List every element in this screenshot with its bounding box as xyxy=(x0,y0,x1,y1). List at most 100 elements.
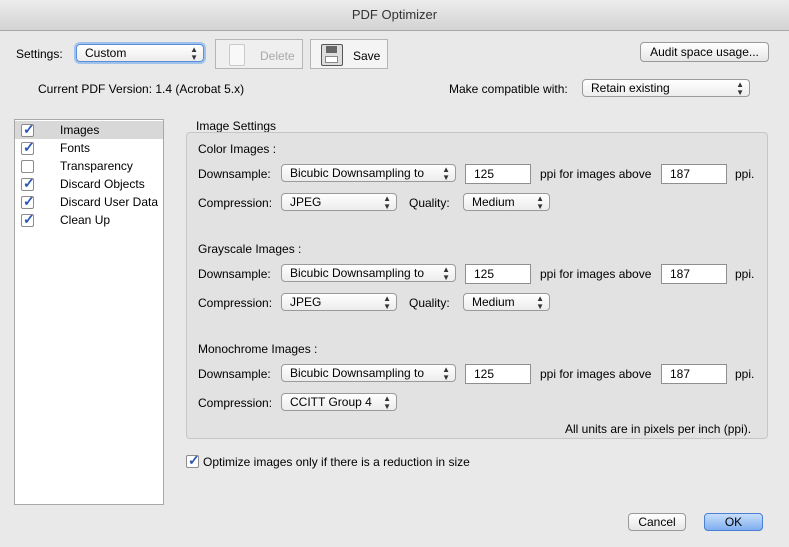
grayscale-compression-value: JPEG xyxy=(290,295,322,309)
monochrome-compression-popup[interactable]: CCITT Group 4 ▲ ▼ xyxy=(281,393,397,411)
images-checkbox[interactable]: ✓ xyxy=(21,121,35,137)
popup-arrows-icon: ▲ ▼ xyxy=(442,265,450,282)
monochrome-downsample-value: Bicubic Downsampling to xyxy=(290,366,425,380)
grayscale-ppi-unit: ppi. xyxy=(735,267,755,281)
popup-arrows-icon: ▲ ▼ xyxy=(736,80,744,97)
color-ppi-above-label: ppi for images above xyxy=(540,167,652,181)
sidebar-item-fonts[interactable]: ✓ Fonts xyxy=(15,139,163,157)
grayscale-images-header: Grayscale Images : xyxy=(198,242,302,256)
save-label: Save xyxy=(353,49,381,63)
grayscale-downsample-popup[interactable]: Bicubic Downsampling to ▲ ▼ xyxy=(281,264,456,282)
optimize-only-checkbox[interactable]: ✓ xyxy=(186,452,200,468)
grayscale-downsample-value: Bicubic Downsampling to xyxy=(290,266,425,280)
color-compression-popup[interactable]: JPEG ▲ ▼ xyxy=(281,193,397,211)
monochrome-ppi-above-label: ppi for images above xyxy=(540,367,652,381)
monochrome-compression-label: Compression: xyxy=(198,396,273,410)
color-quality-label: Quality: xyxy=(409,196,450,210)
popup-arrows-icon: ▲ ▼ xyxy=(383,394,391,411)
grayscale-above-ppi-field[interactable]: 187 xyxy=(661,264,727,284)
floppy-disk-icon xyxy=(321,44,343,66)
category-list: ✓ Images ✓ Fonts Transparency ✓ Discard … xyxy=(14,119,164,505)
current-pdf-version: Current PDF Version: 1.4 (Acrobat 5.x) xyxy=(38,82,245,96)
fonts-checkbox[interactable]: ✓ xyxy=(21,139,35,155)
trash-icon xyxy=(229,44,245,66)
sidebar-item-label: Clean Up xyxy=(60,213,111,227)
color-quality-popup[interactable]: Medium ▲ ▼ xyxy=(463,193,550,211)
title-bar: PDF Optimizer xyxy=(0,0,789,31)
checkmark-icon: ✓ xyxy=(23,211,35,227)
grayscale-quality-popup[interactable]: Medium ▲ ▼ xyxy=(463,293,550,311)
sidebar-item-discard-objects[interactable]: ✓ Discard Objects xyxy=(15,175,163,193)
checkmark-icon: ✓ xyxy=(23,121,35,137)
monochrome-images-header: Monochrome Images : xyxy=(198,342,318,356)
settings-popup-value: Custom xyxy=(85,46,127,60)
grayscale-ppi-field[interactable]: 125 xyxy=(465,264,531,284)
sidebar-item-label: Discard Objects xyxy=(60,177,145,191)
audit-label: Audit space usage... xyxy=(650,45,759,59)
settings-popup[interactable]: Custom ▲ ▼ xyxy=(76,44,204,62)
monochrome-downsample-label: Downsample: xyxy=(198,367,271,381)
save-button[interactable]: Save xyxy=(310,39,388,69)
discard-user-data-checkbox[interactable]: ✓ xyxy=(21,193,35,209)
monochrome-ppi-value: 125 xyxy=(474,367,495,381)
monochrome-ppi-field[interactable]: 125 xyxy=(465,364,531,384)
color-compression-value: JPEG xyxy=(290,195,322,209)
sidebar-item-label: Transparency xyxy=(60,159,133,173)
sidebar-item-label: Discard User Data xyxy=(60,195,159,209)
checkmark-icon: ✓ xyxy=(23,193,35,209)
discard-objects-checkbox[interactable]: ✓ xyxy=(21,175,35,191)
cancel-button[interactable]: Cancel xyxy=(628,513,686,531)
pdf-optimizer-window: PDF Optimizer Settings: Custom ▲ ▼ Delete… xyxy=(0,0,789,547)
color-downsample-popup[interactable]: Bicubic Downsampling to ▲ ▼ xyxy=(281,164,456,182)
make-compatible-label: Make compatible with: xyxy=(449,82,568,96)
delete-button[interactable]: Delete xyxy=(215,39,303,69)
delete-label: Delete xyxy=(260,49,295,63)
grayscale-above-ppi-value: 187 xyxy=(670,267,691,281)
color-ppi-unit: ppi. xyxy=(735,167,755,181)
color-compression-label: Compression: xyxy=(198,196,273,210)
grayscale-downsample-label: Downsample: xyxy=(198,267,271,281)
popup-arrows-icon: ▲ ▼ xyxy=(536,294,544,311)
monochrome-compression-value: CCITT Group 4 xyxy=(290,395,372,409)
settings-label: Settings: xyxy=(16,47,63,61)
color-ppi-field[interactable]: 125 xyxy=(465,164,531,184)
color-quality-value: Medium xyxy=(472,195,515,209)
sidebar-item-label: Images xyxy=(60,123,100,137)
sidebar-item-clean-up[interactable]: ✓ Clean Up xyxy=(15,211,163,229)
monochrome-ppi-unit: ppi. xyxy=(735,367,755,381)
popup-arrows-icon: ▲ ▼ xyxy=(536,194,544,211)
transparency-checkbox[interactable] xyxy=(21,160,34,173)
popup-arrows-icon: ▲ ▼ xyxy=(442,165,450,182)
color-above-ppi-value: 187 xyxy=(670,167,691,181)
popup-arrows-icon: ▲ ▼ xyxy=(190,45,198,62)
sidebar-item-transparency[interactable]: Transparency xyxy=(15,157,163,175)
sidebar-item-label: Fonts xyxy=(60,141,91,155)
sidebar-item-discard-user-data[interactable]: ✓ Discard User Data xyxy=(15,193,163,211)
color-downsample-value: Bicubic Downsampling to xyxy=(290,166,425,180)
clean-up-checkbox[interactable]: ✓ xyxy=(21,211,35,227)
monochrome-downsample-popup[interactable]: Bicubic Downsampling to ▲ ▼ xyxy=(281,364,456,382)
image-settings-title: Image Settings xyxy=(196,119,277,133)
monochrome-above-ppi-field[interactable]: 187 xyxy=(661,364,727,384)
cancel-label: Cancel xyxy=(638,515,676,529)
make-compatible-popup[interactable]: Retain existing ▲ ▼ xyxy=(582,79,750,97)
grayscale-compression-label: Compression: xyxy=(198,296,273,310)
popup-arrows-icon: ▲ ▼ xyxy=(383,294,391,311)
make-compatible-value: Retain existing xyxy=(591,81,670,95)
ok-button[interactable]: OK xyxy=(704,513,763,531)
color-above-ppi-field[interactable]: 187 xyxy=(661,164,727,184)
color-ppi-value: 125 xyxy=(474,167,495,181)
popup-arrows-icon: ▲ ▼ xyxy=(442,365,450,382)
checkmark-icon: ✓ xyxy=(23,175,35,191)
sidebar-item-images[interactable]: ✓ Images xyxy=(15,121,163,139)
grayscale-compression-popup[interactable]: JPEG ▲ ▼ xyxy=(281,293,397,311)
popup-arrows-icon: ▲ ▼ xyxy=(383,194,391,211)
monochrome-above-ppi-value: 187 xyxy=(670,367,691,381)
checkmark-icon: ✓ xyxy=(188,452,200,468)
ok-label: OK xyxy=(724,515,743,529)
color-images-header: Color Images : xyxy=(198,142,277,156)
grayscale-ppi-value: 125 xyxy=(474,267,495,281)
audit-space-usage-button[interactable]: Audit space usage... xyxy=(640,42,769,62)
grayscale-ppi-above-label: ppi for images above xyxy=(540,267,652,281)
checkmark-icon: ✓ xyxy=(23,139,35,155)
